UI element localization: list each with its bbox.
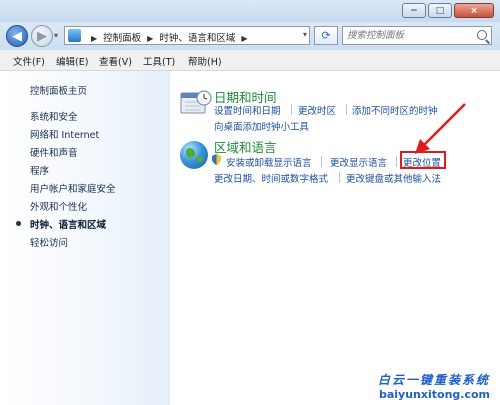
link-divider	[339, 172, 340, 183]
forward-button[interactable]: ▶	[31, 25, 53, 47]
breadcrumb: ▶ 控制面板 ▶ 时钟、语言和区域 ▶	[85, 30, 254, 44]
link-install-display-language[interactable]: 安装或卸载显示语言	[226, 155, 312, 169]
close-button[interactable]: ×	[454, 3, 494, 18]
breadcrumb-separator-icon[interactable]: ▶	[147, 34, 153, 43]
link-add-clock-gadget[interactable]: 向桌面添加时钟小工具	[214, 119, 309, 133]
sidebar-item-appearance[interactable]: 外观和个性化	[30, 199, 87, 213]
menu-help[interactable]: 帮助(H)	[188, 54, 222, 68]
address-dropdown-icon[interactable]: ▾	[303, 30, 307, 39]
back-arrow-icon: ◀	[12, 28, 22, 44]
menu-bar: 文件(F) 编辑(E) 查看(V) 工具(T) 帮助(H)	[0, 50, 500, 71]
breadcrumb-control-panel[interactable]: 控制面板	[103, 33, 141, 44]
control-panel-window: − □ × ◀ ▶ ▾ ▶ 控制面板 ▶ 时钟、语言和区域 ▶ ▾ ⟳ 文件(F) 编辑…	[0, 0, 500, 405]
refresh-icon: ⟳	[321, 29, 331, 42]
sidebar-item-programs[interactable]: 程序	[30, 163, 49, 177]
breadcrumb-clock-language-region[interactable]: 时钟、语言和区域	[159, 33, 235, 44]
minimize-icon: −	[410, 5, 418, 16]
back-button[interactable]: ◀	[6, 25, 28, 47]
link-change-date-time-format[interactable]: 更改日期、时间或数字格式	[214, 171, 328, 185]
link-divider	[346, 104, 347, 115]
category-title-region-language[interactable]: 区域和语言	[214, 137, 277, 156]
clock-calendar-icon	[180, 90, 212, 114]
navigation-bar: ◀ ▶ ▾ ▶ 控制面板 ▶ 时钟、语言和区域 ▶ ▾ ⟳	[0, 22, 500, 50]
link-divider	[291, 104, 292, 115]
uac-shield-icon	[212, 154, 221, 165]
menu-view[interactable]: 查看(V)	[99, 54, 132, 68]
address-bar[interactable]: ▶ 控制面板 ▶ 时钟、语言和区域 ▶ ▾	[64, 26, 310, 45]
sidebar-item-system-security[interactable]: 系统和安全	[30, 109, 78, 123]
sidebar-item-hardware-sound[interactable]: 硬件和声音	[30, 145, 78, 159]
search-input[interactable]	[347, 28, 469, 43]
watermark-title: 白云一键重装系统	[377, 373, 490, 387]
title-bar: − □ ×	[0, 0, 500, 22]
control-panel-icon	[68, 29, 81, 42]
annotation-arrow-icon	[415, 103, 466, 154]
menu-tools[interactable]: 工具(T)	[143, 54, 175, 68]
sidebar-item-network[interactable]: 网络和 Internet	[30, 127, 99, 141]
link-change-keyboard[interactable]: 更改键盘或其他输入法	[346, 171, 441, 185]
maximize-button[interactable]: □	[428, 3, 452, 18]
search-box[interactable]	[342, 26, 492, 45]
sidebar-item-ease-of-access[interactable]: 轻松访问	[30, 235, 68, 249]
sidebar-item-clock-language-region[interactable]: 时钟、语言和区域	[30, 217, 106, 231]
sidebar: 控制面板主页 系统和安全 网络和 Internet 硬件和声音 程序 用户帐户和…	[0, 71, 170, 405]
link-set-time-date[interactable]: 设置时间和日期	[214, 103, 281, 117]
link-divider	[396, 156, 397, 167]
menu-file[interactable]: 文件(F)	[13, 54, 45, 68]
link-divider	[321, 156, 322, 167]
history-dropdown-icon[interactable]: ▾	[54, 31, 58, 40]
minimize-button[interactable]: −	[402, 3, 426, 18]
watermark-url: baiyunxitong.com	[378, 388, 490, 401]
breadcrumb-separator-icon[interactable]: ▶	[241, 34, 247, 43]
close-icon: ×	[470, 5, 478, 16]
sidebar-item-user-accounts[interactable]: 用户帐户和家庭安全	[30, 181, 116, 195]
watermark: 白云一键重装系统 baiyunxitong.com	[378, 371, 490, 401]
link-change-display-language[interactable]: 更改显示语言	[330, 155, 387, 169]
sidebar-item-home[interactable]: 控制面板主页	[30, 83, 87, 97]
window-controls: − □ ×	[402, 3, 494, 18]
maximize-icon: □	[435, 5, 445, 16]
breadcrumb-separator-icon[interactable]: ▶	[91, 34, 97, 43]
refresh-button[interactable]: ⟳	[314, 26, 338, 45]
menu-edit[interactable]: 编辑(E)	[56, 54, 88, 68]
forward-arrow-icon: ▶	[37, 28, 47, 44]
current-item-bullet-icon	[16, 221, 21, 226]
search-icon[interactable]	[477, 30, 487, 40]
main-content: 日期和时间 设置时间和日期 更改时区 添加不同时区的时钟 向桌面添加时钟小工具 …	[170, 71, 500, 405]
globe-icon	[180, 141, 208, 169]
link-change-time-zone[interactable]: 更改时区	[298, 103, 336, 117]
